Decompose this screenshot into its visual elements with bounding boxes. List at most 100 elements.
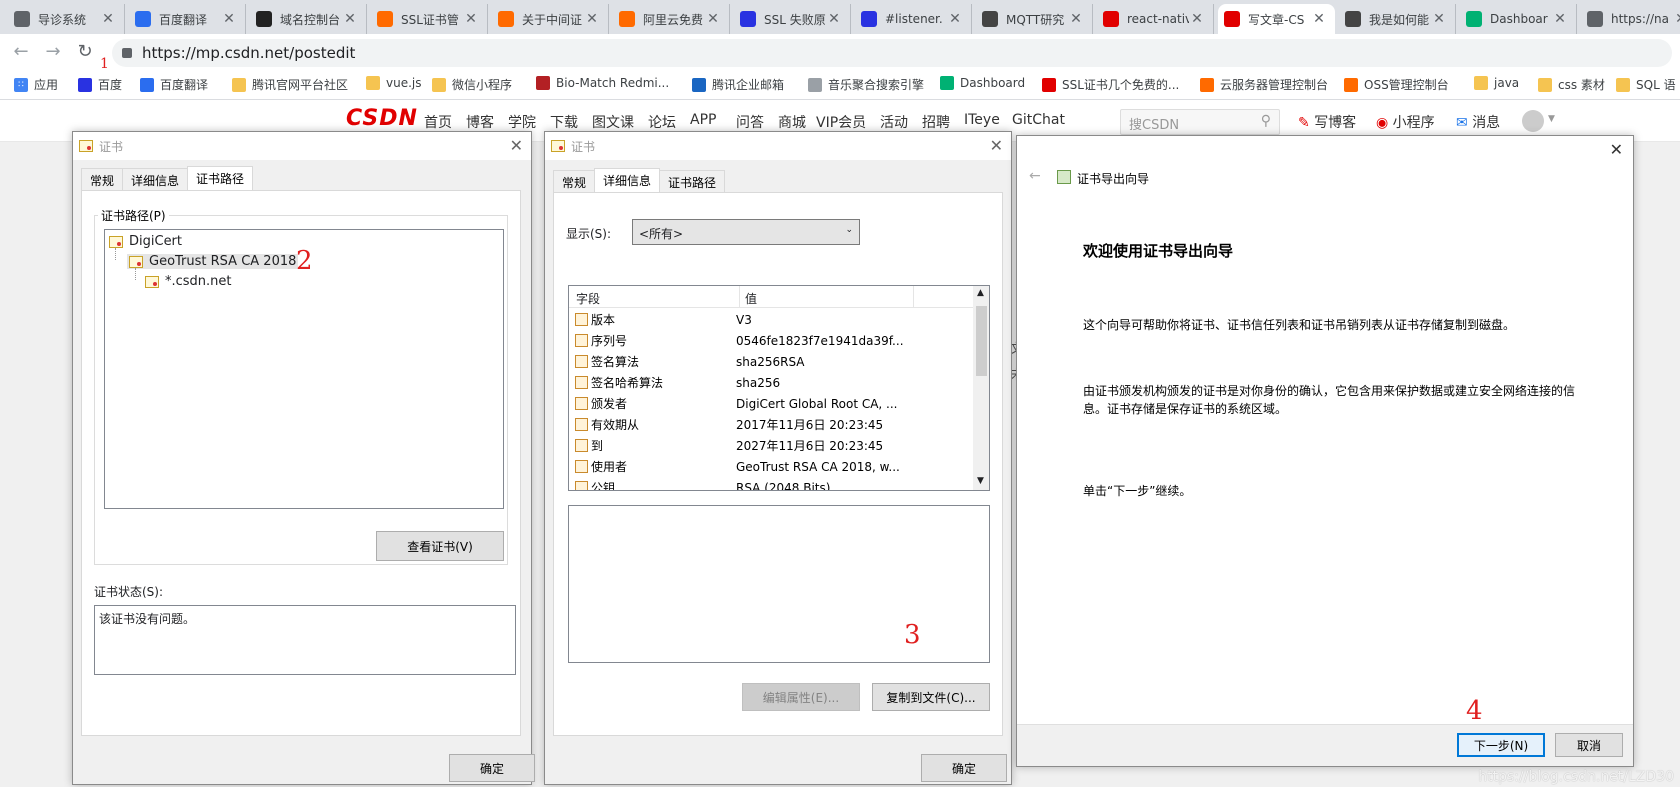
close-icon[interactable]: ✕	[342, 11, 358, 27]
bookmark-item[interactable]: vue.js	[366, 76, 422, 90]
bookmark-item[interactable]: OSS管理控制台	[1344, 76, 1449, 93]
close-icon[interactable]: ✕	[1311, 11, 1327, 27]
close-icon[interactable]: ✕	[990, 136, 1003, 155]
messages-link[interactable]: ✉ 消息	[1456, 112, 1500, 132]
field-detail-box[interactable]	[568, 505, 990, 663]
reload-icon[interactable]: ↻	[74, 41, 96, 62]
browser-tab[interactable]: #listener. ✕	[855, 4, 972, 34]
field-row[interactable]: 签名哈希算法 sha256	[575, 373, 780, 392]
tree-node-root[interactable]: DigiCert	[109, 234, 182, 249]
csdn-nav-item[interactable]: ITeye	[964, 112, 1000, 128]
close-icon[interactable]: ✕	[221, 11, 237, 27]
bookmark-item[interactable]: 微信小程序	[432, 76, 512, 93]
close-icon[interactable]: ✕	[705, 11, 721, 27]
csdn-nav-item[interactable]: 论坛	[648, 112, 676, 132]
field-row[interactable]: 序列号 0546fe1823f7e1941da39f...	[575, 331, 904, 350]
close-icon[interactable]: ✕	[1068, 11, 1084, 27]
tree-node-leaf[interactable]: *.csdn.net	[145, 274, 232, 289]
browser-tab[interactable]: SSL 失败原 ✕	[734, 4, 851, 34]
view-certificate-button[interactable]: 查看证书(V)	[376, 531, 504, 561]
close-icon[interactable]: ✕	[1189, 11, 1205, 27]
bookmark-item[interactable]: css 素材	[1538, 76, 1605, 93]
avatar[interactable]	[1522, 110, 1544, 132]
forward-arrow-icon[interactable]: →	[42, 41, 64, 62]
cancel-button[interactable]: 取消	[1555, 733, 1623, 757]
browser-tab[interactable]: 我是如何能 ✕	[1339, 4, 1456, 34]
column-header-value[interactable]: 值	[745, 290, 757, 307]
csdn-nav-item[interactable]: 学院	[508, 112, 536, 132]
close-icon[interactable]: ✕	[947, 11, 963, 27]
browser-tab[interactable]: MQTT研究 ✕	[976, 4, 1093, 34]
browser-tab[interactable]: https://na ✕	[1581, 4, 1680, 34]
search-icon[interactable]: ⚲	[1261, 113, 1271, 129]
chevron-down-icon[interactable]: ▼	[1548, 114, 1555, 124]
back-arrow-icon[interactable]: ←	[1029, 168, 1041, 184]
browser-tab[interactable]: 域名控制台 ✕	[250, 4, 367, 34]
address-bar[interactable]: https://mp.csdn.net/postedit	[112, 39, 1672, 67]
csdn-nav-item[interactable]: GitChat	[1012, 112, 1065, 128]
csdn-nav-item[interactable]: 下载	[550, 112, 578, 132]
close-icon[interactable]: ✕	[826, 11, 842, 27]
fields-list[interactable]: 字段 值 版本 V3 序列号 0546fe1823f7e1941da39f... 签名算…	[568, 285, 990, 491]
write-blog-link[interactable]: ✎ 写博客	[1298, 112, 1356, 132]
bookmark-item[interactable]: 百度	[78, 76, 122, 93]
column-header-field[interactable]: 字段	[576, 290, 600, 307]
tab-cert-path[interactable]: 证书路径	[187, 166, 254, 192]
bookmark-item[interactable]: 腾讯企业邮箱	[692, 76, 784, 93]
bookmark-item[interactable]: java	[1474, 76, 1519, 90]
vertical-scrollbar[interactable]: ▲ ▼	[973, 286, 989, 490]
bookmark-item[interactable]: SQL 语	[1616, 76, 1676, 93]
close-icon[interactable]: ✕	[1673, 11, 1680, 27]
browser-tab[interactable]: Dashboar ✕	[1460, 4, 1577, 34]
csdn-nav-item[interactable]: 活动	[880, 112, 908, 132]
edit-properties-button[interactable]: 编辑属性(E)...	[742, 683, 860, 711]
ok-button[interactable]: 确定	[449, 754, 535, 782]
field-row[interactable]: 颁发者 DigiCert Global Root CA, ...	[575, 394, 898, 413]
browser-tab[interactable]: 阿里云免费 ✕	[613, 4, 730, 34]
ok-button[interactable]: 确定	[921, 754, 1007, 782]
csdn-nav-item[interactable]: 博客	[466, 112, 494, 132]
copy-to-file-button[interactable]: 复制到文件(C)...	[872, 683, 990, 711]
close-icon[interactable]: ✕	[100, 11, 116, 27]
csdn-nav-item[interactable]: VIP会员	[816, 112, 866, 132]
bookmark-item[interactable]: SSL证书几个免费的...	[1042, 76, 1179, 93]
csdn-nav-item[interactable]: APP	[690, 112, 716, 128]
close-icon[interactable]: ✕	[1431, 11, 1447, 27]
csdn-nav-item[interactable]: 问答	[736, 112, 764, 132]
bookmark-item[interactable]: Bio-Match Redmi...	[536, 76, 669, 90]
bookmark-item[interactable]: Dashboard	[940, 76, 1025, 90]
close-icon[interactable]: ✕	[584, 11, 600, 27]
close-icon[interactable]: ✕	[463, 11, 479, 27]
show-dropdown[interactable]: <所有> ⌄	[632, 219, 860, 245]
back-arrow-icon[interactable]: ←	[10, 41, 32, 62]
bookmark-item[interactable]: 云服务器管理控制台	[1200, 76, 1328, 93]
mini-program-link[interactable]: ◉ 小程序	[1376, 112, 1435, 132]
field-row[interactable]: 公钥 RSA (2048 Bits)	[575, 478, 830, 490]
browser-tab[interactable]: 导诊系统 ✕	[8, 4, 125, 34]
csdn-nav-item[interactable]: 招聘	[922, 112, 950, 132]
csdn-search-input[interactable]: 搜CSDN ⚲	[1120, 109, 1280, 135]
field-row[interactable]: 到 2027年11月6日 20:23:45	[575, 436, 883, 455]
csdn-logo[interactable]: CSDN	[346, 106, 418, 131]
field-row[interactable]: 使用者 GeoTrust RSA CA 2018, w...	[575, 457, 900, 476]
tab-details[interactable]: 详细信息	[594, 168, 661, 194]
bookmark-item[interactable]: ∷ 应用	[14, 76, 58, 93]
browser-tab[interactable]: react-nativ ✕	[1097, 4, 1214, 34]
close-icon[interactable]: ✕	[510, 136, 523, 155]
close-icon[interactable]: ✕	[1610, 140, 1623, 159]
bookmark-item[interactable]: 音乐聚合搜索引擎	[808, 76, 924, 93]
csdn-nav-item[interactable]: 商城	[778, 112, 806, 132]
browser-tab[interactable]: 百度翻译 ✕	[129, 4, 246, 34]
next-button[interactable]: 下一步(N)	[1457, 733, 1545, 757]
close-icon[interactable]: ✕	[1552, 11, 1568, 27]
scroll-up-icon[interactable]: ▲	[977, 288, 984, 298]
bookmark-item[interactable]: 腾讯官网平台社区	[232, 76, 348, 93]
field-row[interactable]: 版本 V3	[575, 310, 752, 329]
csdn-nav-item[interactable]: 图文课	[592, 112, 634, 132]
field-row[interactable]: 有效期从 2017年11月6日 20:23:45	[575, 415, 883, 434]
scrollbar-thumb[interactable]	[976, 306, 987, 376]
csdn-nav-item[interactable]: 首页	[424, 112, 452, 132]
browser-tab[interactable]: SSL证书管 ✕	[371, 4, 488, 34]
browser-tab[interactable]: 写文章-CS ✕	[1218, 4, 1335, 34]
field-row[interactable]: 签名算法 sha256RSA	[575, 352, 805, 371]
